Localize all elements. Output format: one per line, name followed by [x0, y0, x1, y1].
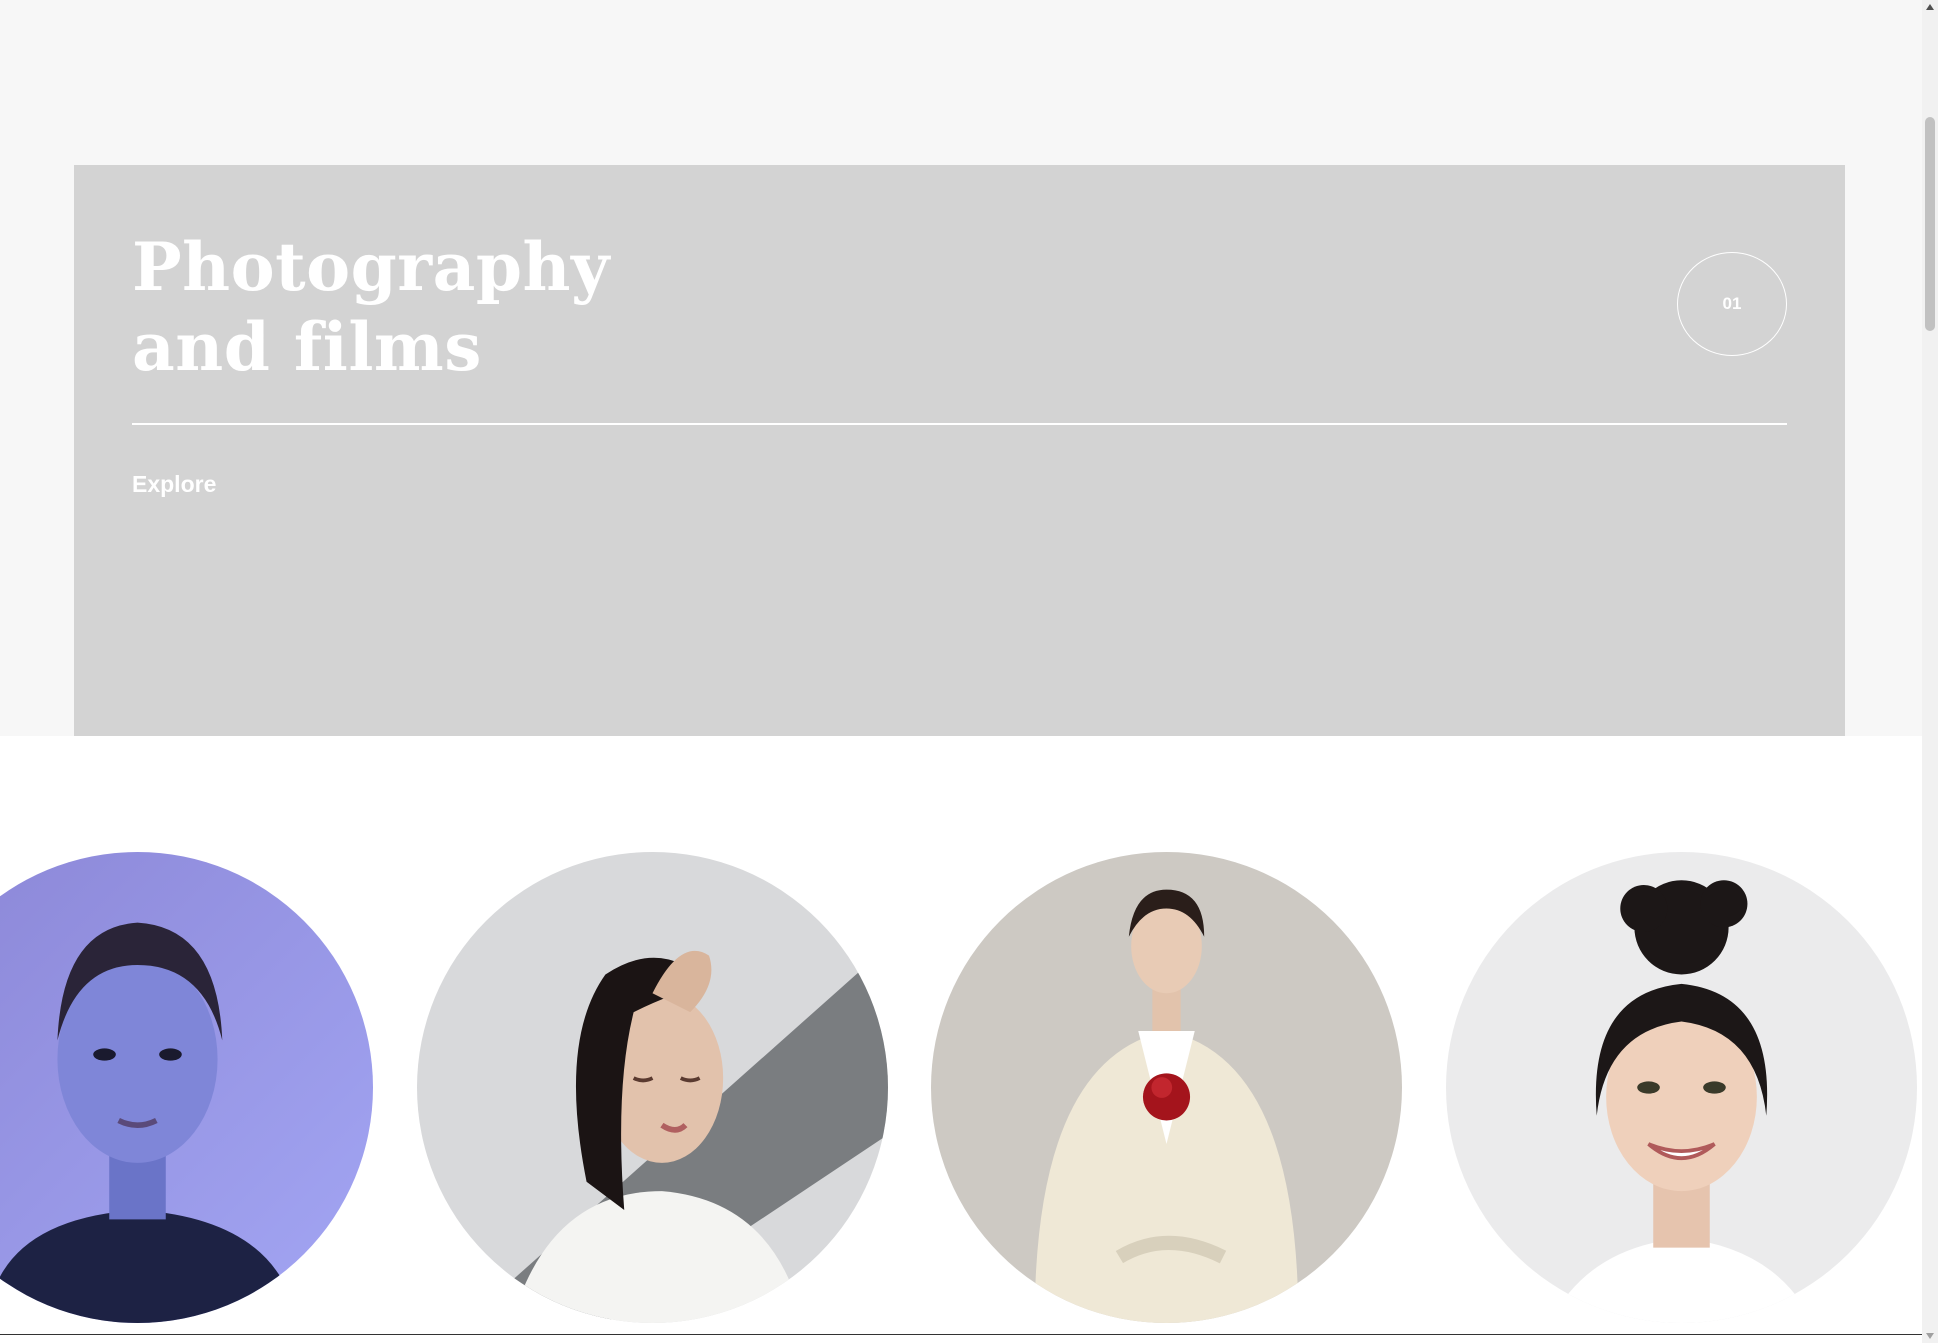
bottom-divider [0, 1334, 1922, 1335]
hero-title-line-2: and films [132, 308, 482, 386]
vertical-scrollbar[interactable] [1922, 0, 1938, 1343]
portrait-3-image [931, 852, 1402, 1323]
portrait-2-image [417, 852, 888, 1323]
portrait-1-image [0, 852, 373, 1323]
page: Photography and films 01 Explore [0, 0, 1938, 1343]
portrait-1[interactable] [0, 852, 373, 1323]
hero-title: Photography and films [132, 227, 610, 387]
explore-link[interactable]: Explore [132, 471, 216, 498]
scroll-up-arrow-icon[interactable] [1926, 4, 1934, 10]
portrait-4-image [1446, 852, 1917, 1323]
hero-divider [132, 423, 1787, 425]
slide-index-badge: 01 [1677, 252, 1787, 356]
portrait-4[interactable] [1446, 852, 1917, 1323]
scroll-down-arrow-icon[interactable] [1926, 1333, 1934, 1339]
portrait-3[interactable] [931, 852, 1402, 1323]
hero-title-line-1: Photography [132, 228, 610, 306]
scrollbar-thumb[interactable] [1925, 117, 1935, 331]
hero-section: Photography and films 01 Explore [0, 0, 1922, 736]
portrait-2[interactable] [417, 852, 888, 1323]
hero-card: Photography and films 01 Explore [74, 165, 1845, 736]
